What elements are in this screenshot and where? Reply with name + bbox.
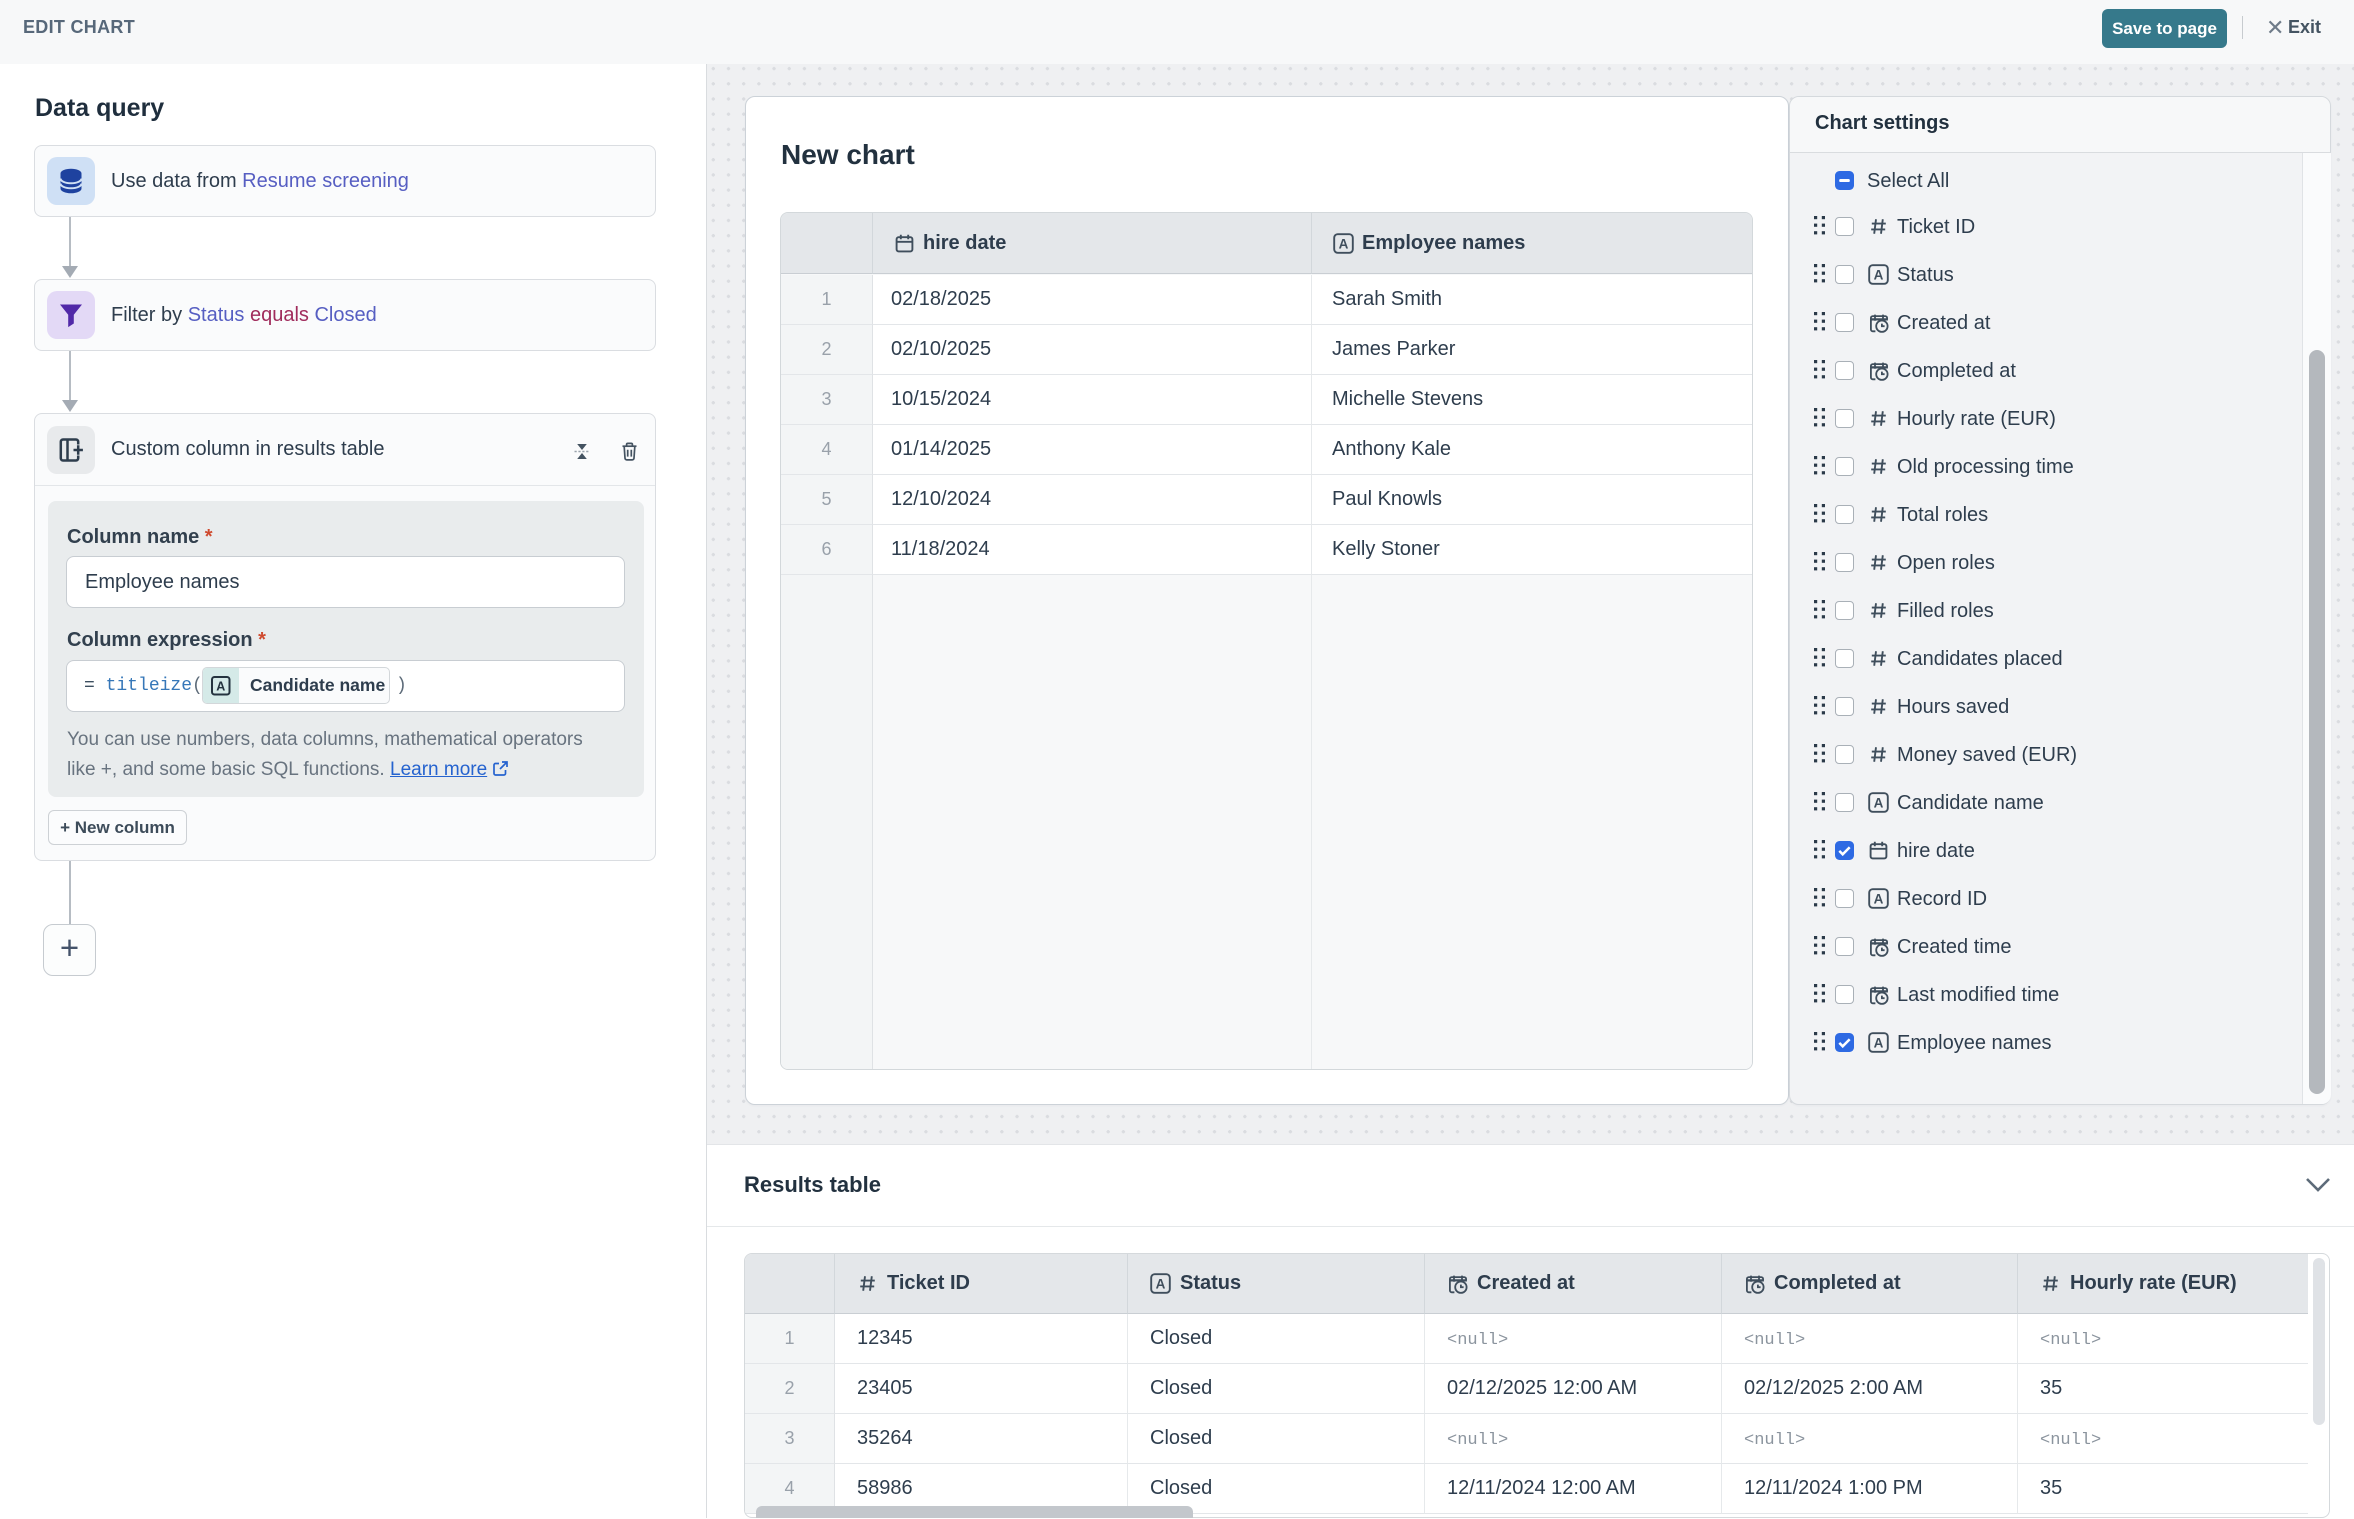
svg-text:A: A	[1874, 267, 1884, 282]
svg-text:A: A	[1874, 891, 1884, 906]
svg-text:A: A	[1156, 1276, 1166, 1291]
svg-text:A: A	[216, 679, 225, 693]
svg-text:A: A	[1339, 236, 1349, 251]
svg-text:A: A	[1874, 1035, 1884, 1050]
svg-text:A: A	[1874, 795, 1884, 810]
